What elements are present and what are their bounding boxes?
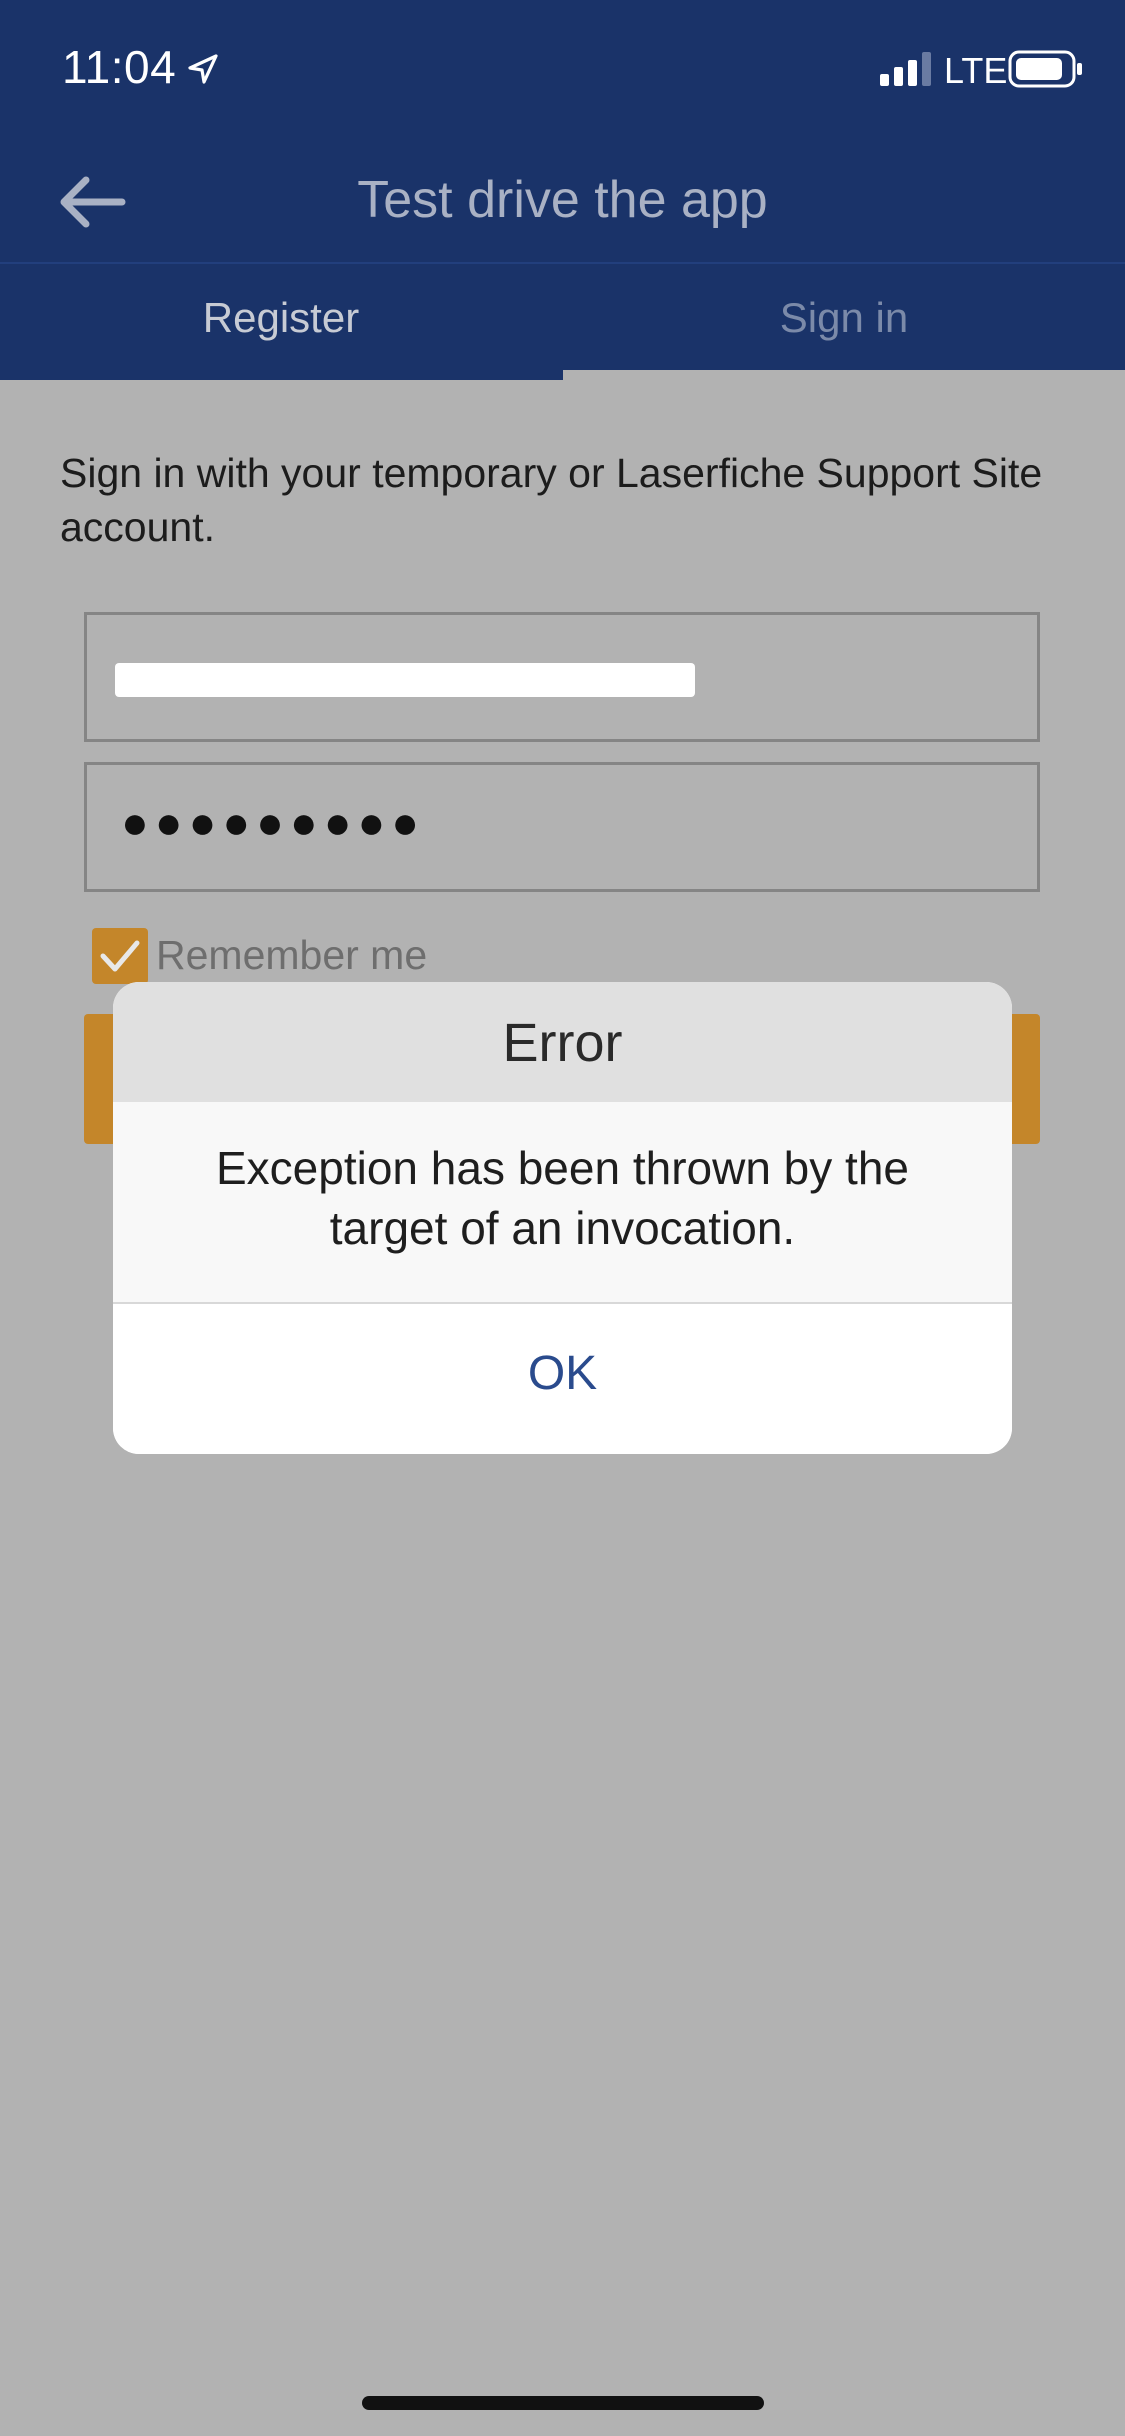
status-bar: 11:04 LTE xyxy=(0,0,1125,140)
nav-bar: Test drive the app xyxy=(0,140,1125,264)
home-indicator[interactable] xyxy=(362,2396,764,2410)
redacted-username xyxy=(115,663,695,697)
username-field[interactable] xyxy=(84,612,1040,742)
tab-bar: Register Sign in xyxy=(0,266,1125,380)
sign-in-instructions: Sign in with your temporary or Laserfich… xyxy=(60,450,1043,550)
network-label: LTE xyxy=(944,50,1008,91)
page-title: Test drive the app xyxy=(357,171,768,229)
dialog-message: Exception has been thrown by the target … xyxy=(215,1142,909,1254)
password-mask: ●●●●●●●●● xyxy=(121,796,426,848)
checkmark-icon xyxy=(100,940,140,972)
app-header: 11:04 LTE Test drive the app Register Si… xyxy=(0,0,1125,380)
dialog-header: Error xyxy=(113,982,1012,1102)
tab-register[interactable]: Register xyxy=(0,266,562,380)
dialog-title: Error xyxy=(502,1013,623,1073)
password-field[interactable]: ●●●●●●●●● xyxy=(84,762,1040,892)
error-dialog: Error Exception has been thrown by the t… xyxy=(113,982,1012,1454)
ok-button[interactable]: OK xyxy=(113,1306,1012,1454)
dialog-body: Exception has been thrown by the target … xyxy=(113,1102,1012,1304)
battery-icon xyxy=(1008,50,1082,88)
location-arrow-icon xyxy=(188,54,218,84)
remember-me-checkbox[interactable] xyxy=(92,928,148,984)
active-tab-indicator xyxy=(563,370,1125,380)
signal-icon xyxy=(880,52,931,86)
tab-sign-in[interactable]: Sign in xyxy=(563,266,1125,380)
remember-me-label: Remember me xyxy=(156,932,428,978)
status-time: 11:04 xyxy=(62,41,177,93)
